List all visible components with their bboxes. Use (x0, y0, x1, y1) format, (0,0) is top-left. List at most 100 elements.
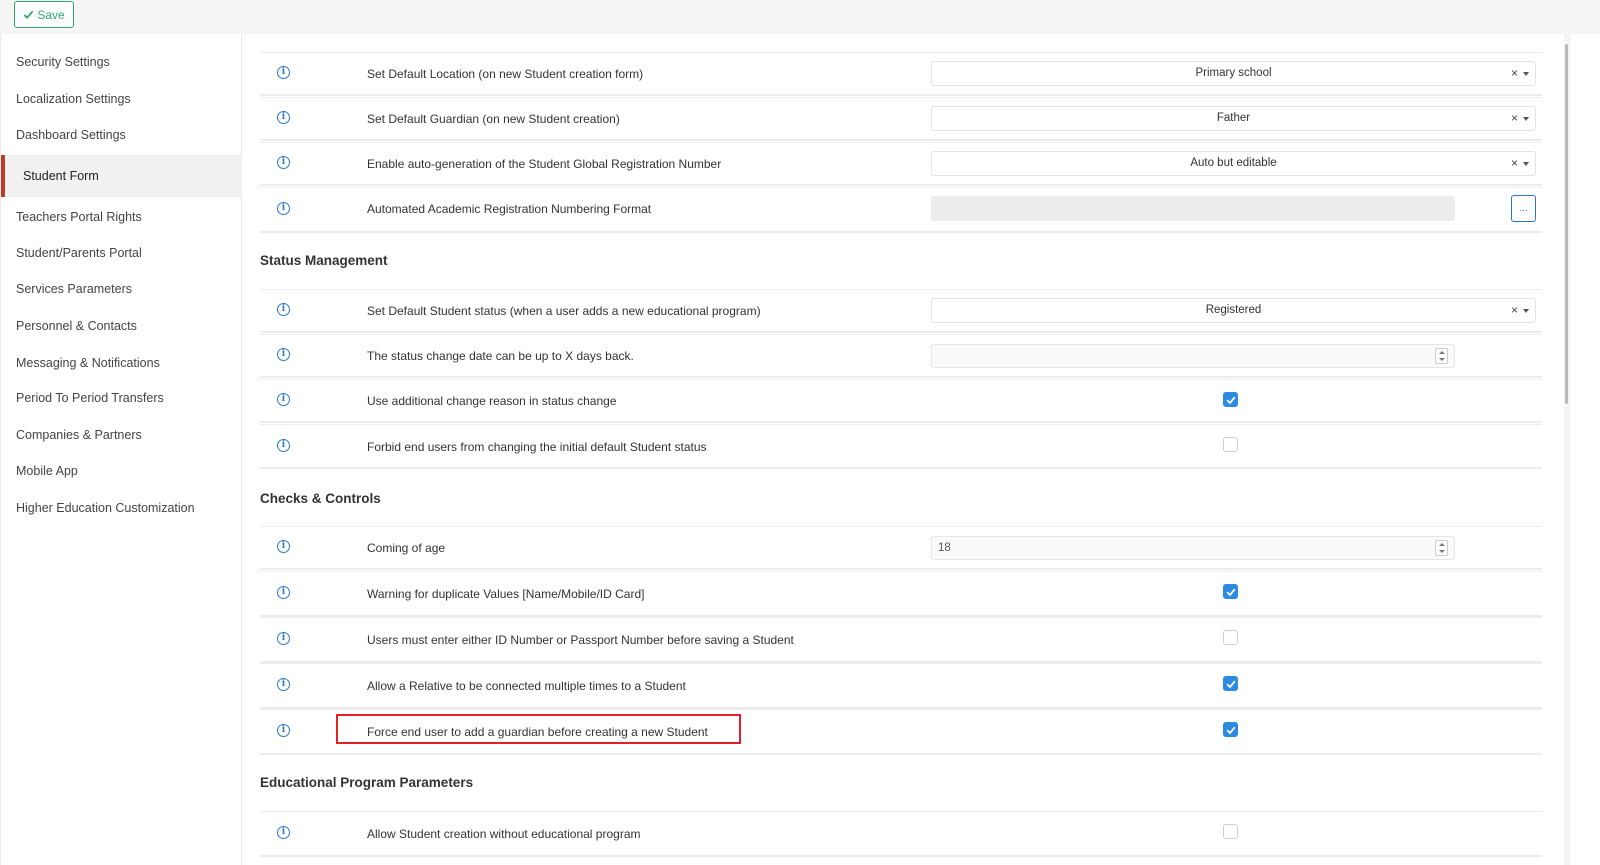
sidebar-item-messaging-notifications[interactable]: Messaging & Notifications (1, 345, 242, 381)
select-value: Father (1216, 112, 1251, 124)
stepper-icon[interactable] (1435, 348, 1448, 364)
info-icon[interactable]: i (277, 393, 290, 406)
sidebar-item-label: Personnel & Contacts (16, 319, 137, 333)
sidebar-item-period-transfers[interactable]: Period To Period Transfers (1, 380, 242, 416)
chevron-down-icon[interactable] (1523, 162, 1529, 166)
check-icon (1226, 680, 1236, 689)
info-icon[interactable]: i (277, 439, 290, 452)
info-icon[interactable]: i (277, 586, 290, 599)
change-reason-checkbox[interactable] (1223, 392, 1238, 407)
sidebar-item-personnel-contacts[interactable]: Personnel & Contacts (1, 308, 242, 344)
sidebar-item-student-parents-portal[interactable]: Student/Parents Portal (1, 235, 242, 271)
sidebar-item-label: Services Parameters (16, 282, 133, 296)
info-icon[interactable]: i (277, 348, 290, 361)
setting-label: Allow Student creation without education… (367, 827, 641, 841)
sidebar-item-label: Dashboard Settings (16, 128, 126, 142)
info-icon[interactable]: i (277, 202, 290, 215)
scrollbar-thumb[interactable] (1565, 44, 1568, 404)
setting-row-forbid-change: i Forbid end users from changing the ini… (260, 424, 1542, 469)
highlight-box (336, 714, 741, 744)
info-icon[interactable]: i (277, 540, 290, 553)
setting-label: Forbid end users from changing the initi… (367, 440, 707, 454)
without-program-checkbox[interactable] (1223, 824, 1238, 839)
chevron-down-icon[interactable] (1523, 309, 1529, 313)
top-toolbar: Save (0, 0, 1600, 34)
coming-of-age-input[interactable]: 18 (931, 536, 1455, 560)
setting-label: Users must enter either ID Number or Pas… (367, 633, 794, 647)
setting-row-numbering-format: i Automated Academic Registration Number… (260, 187, 1542, 233)
duplicate-warning-checkbox[interactable] (1223, 584, 1238, 599)
scrollbar[interactable] (1564, 34, 1570, 865)
numbering-format-button[interactable]: ... (1511, 195, 1536, 222)
stepper-icon[interactable] (1435, 540, 1448, 556)
info-icon[interactable]: i (277, 303, 290, 316)
default-location-select[interactable]: Primary school × (931, 61, 1536, 86)
setting-row-days-back: i The status change date can be up to X … (260, 334, 1542, 378)
setting-label: Use additional change reason in status c… (367, 394, 617, 408)
sidebar-item-teachers-portal-rights[interactable]: Teachers Portal Rights (1, 199, 242, 235)
select-value: Registered (1205, 304, 1262, 316)
clear-icon[interactable]: × (1511, 107, 1518, 130)
info-icon[interactable]: i (277, 66, 290, 79)
setting-label: Enable auto-generation of the Student Gl… (367, 157, 722, 171)
info-icon[interactable]: i (277, 678, 290, 691)
setting-row-id-required: i Users must enter either ID Number or P… (260, 617, 1542, 663)
chevron-down-icon[interactable] (1523, 117, 1529, 121)
setting-label: The status change date can be up to X da… (367, 349, 634, 363)
save-button[interactable]: Save (14, 1, 74, 28)
select-value: Auto but editable (1190, 157, 1277, 169)
info-icon[interactable]: i (277, 156, 290, 169)
auto-generation-select[interactable]: Auto but editable × (931, 151, 1536, 176)
setting-label: Warning for duplicate Values [Name/Mobil… (367, 587, 645, 601)
setting-row-auto-generation: i Enable auto-generation of the Student … (260, 142, 1542, 186)
info-icon[interactable]: i (277, 724, 290, 737)
clear-icon[interactable]: × (1511, 299, 1518, 322)
check-icon (1226, 588, 1236, 597)
force-guardian-checkbox[interactable] (1223, 722, 1238, 737)
sidebar-item-label: Companies & Partners (16, 428, 142, 442)
sidebar-item-label: Mobile App (16, 464, 78, 478)
days-back-input[interactable] (931, 344, 1455, 368)
check-icon (1226, 726, 1236, 735)
info-icon[interactable]: i (277, 632, 290, 645)
setting-label: Allow a Relative to be connected multipl… (367, 679, 686, 693)
sidebar-item-services-parameters[interactable]: Services Parameters (1, 271, 242, 307)
sidebar-item-companies-partners[interactable]: Companies & Partners (1, 417, 242, 453)
sidebar-item-label: Higher Education Customization (16, 501, 195, 515)
setting-row-without-program: i Allow Student creation without educati… (260, 811, 1542, 857)
setting-row-duplicate-warning: i Warning for duplicate Values [Name/Mob… (260, 571, 1542, 617)
info-icon[interactable]: i (277, 826, 290, 839)
setting-label: Set Default Location (on new Student cre… (367, 67, 644, 81)
sidebar-item-student-form[interactable]: Student Form (1, 155, 242, 197)
sidebar-item-label: Period To Period Transfers (16, 391, 164, 405)
select-value: Primary school (1195, 67, 1272, 79)
sidebar-item-mobile-app[interactable]: Mobile App (1, 453, 242, 489)
default-guardian-select[interactable]: Father × (931, 106, 1536, 131)
clear-icon[interactable]: × (1511, 152, 1518, 175)
section-title-status-management: Status Management (260, 253, 388, 268)
sidebar-item-label: Student Form (23, 169, 99, 183)
sidebar-item-label: Teachers Portal Rights (16, 210, 142, 224)
settings-sidebar: Security Settings Localization Settings … (0, 34, 242, 865)
section-title-checks-controls: Checks & Controls (260, 491, 381, 506)
sidebar-item-localization-settings[interactable]: Localization Settings (1, 81, 242, 117)
default-status-select[interactable]: Registered × (931, 298, 1536, 323)
sidebar-item-dashboard-settings[interactable]: Dashboard Settings (1, 117, 242, 153)
setting-row-change-reason: i Use additional change reason in status… (260, 379, 1542, 423)
relative-multiple-checkbox[interactable] (1223, 676, 1238, 691)
setting-label: Set Default Guardian (on new Student cre… (367, 112, 620, 126)
forbid-change-checkbox[interactable] (1223, 437, 1238, 452)
setting-label: Set Default Student status (when a user … (367, 304, 761, 318)
info-icon[interactable]: i (277, 111, 290, 124)
setting-row-default-status: i Set Default Student status (when a use… (260, 289, 1542, 333)
numbering-format-field (931, 196, 1455, 221)
sidebar-item-label: Student/Parents Portal (16, 246, 142, 260)
check-icon (1226, 396, 1236, 405)
check-icon (24, 10, 34, 20)
id-required-checkbox[interactable] (1223, 630, 1238, 645)
setting-row-coming-of-age: i Coming of age 18 (260, 526, 1542, 570)
sidebar-item-higher-education[interactable]: Higher Education Customization (1, 490, 242, 526)
sidebar-item-security-settings[interactable]: Security Settings (1, 44, 242, 80)
clear-icon[interactable]: × (1511, 62, 1518, 85)
chevron-down-icon[interactable] (1523, 72, 1529, 76)
